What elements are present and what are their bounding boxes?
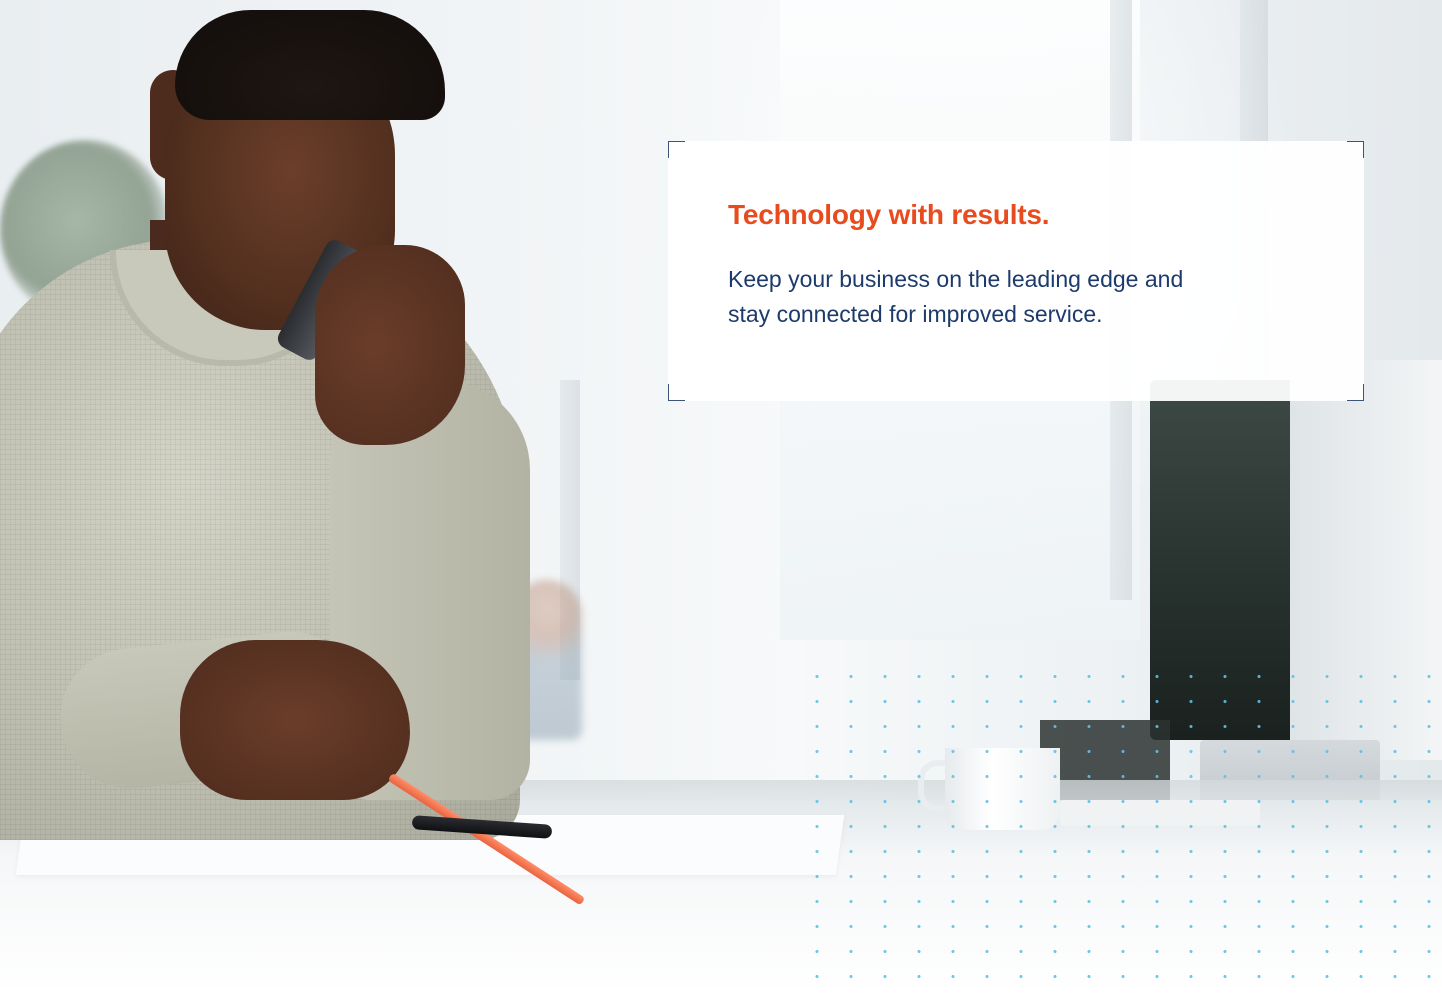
- card-title: Technology with results.: [728, 199, 1050, 230]
- corner-mark-bottom-right: [1347, 384, 1364, 401]
- card-body-line-2: stay connected for improved service.: [728, 301, 1103, 327]
- card-body-line-1: Keep your business on the leading edge a…: [728, 266, 1184, 292]
- hand-with-pencil: [180, 640, 410, 800]
- headline-card: Technology with results. Keep your busin…: [668, 141, 1364, 401]
- corner-mark-top-right: [1347, 141, 1364, 158]
- dot-grid-pattern: [800, 664, 1442, 980]
- hand-holding-phone: [315, 245, 465, 445]
- corner-mark-top-left: [668, 141, 685, 158]
- hero-banner: Technology with results. Keep your busin…: [0, 0, 1442, 994]
- corner-mark-bottom-left: [668, 384, 685, 401]
- card-body: Keep your business on the leading edge a…: [728, 262, 1308, 332]
- hair: [175, 10, 445, 120]
